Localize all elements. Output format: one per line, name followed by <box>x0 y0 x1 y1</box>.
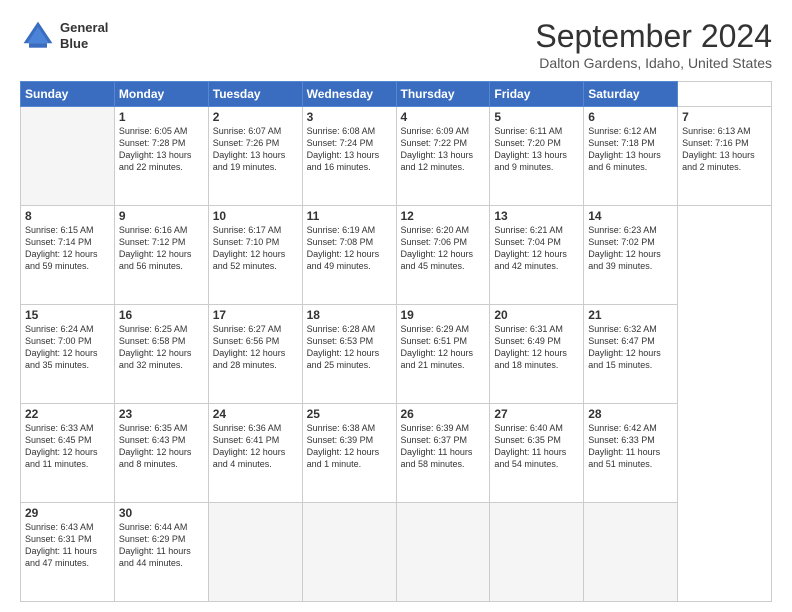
page: General Blue September 2024 Dalton Garde… <box>0 0 792 612</box>
calendar-cell-day-14: 14Sunrise: 6:23 AMSunset: 7:02 PMDayligh… <box>584 206 678 305</box>
calendar: SundayMondayTuesdayWednesdayThursdayFrid… <box>20 81 772 602</box>
empty-cell <box>302 503 396 602</box>
calendar-cell-day-24: 24Sunrise: 6:36 AMSunset: 6:41 PMDayligh… <box>208 404 302 503</box>
calendar-week-1: 1Sunrise: 6:05 AMSunset: 7:28 PMDaylight… <box>21 107 772 206</box>
day-header-sunday: Sunday <box>21 82 115 107</box>
empty-cell <box>21 107 115 206</box>
calendar-week-4: 22Sunrise: 6:33 AMSunset: 6:45 PMDayligh… <box>21 404 772 503</box>
empty-cell <box>490 503 584 602</box>
day-header-monday: Monday <box>114 82 208 107</box>
calendar-cell-day-7: 7Sunrise: 6:13 AMSunset: 7:16 PMDaylight… <box>678 107 772 206</box>
header: General Blue September 2024 Dalton Garde… <box>20 18 772 71</box>
calendar-cell-day-28: 28Sunrise: 6:42 AMSunset: 6:33 PMDayligh… <box>584 404 678 503</box>
calendar-cell-day-13: 13Sunrise: 6:21 AMSunset: 7:04 PMDayligh… <box>490 206 584 305</box>
month-title: September 2024 <box>535 18 772 55</box>
logo-icon <box>20 18 56 54</box>
day-header-wednesday: Wednesday <box>302 82 396 107</box>
calendar-header-row: SundayMondayTuesdayWednesdayThursdayFrid… <box>21 82 772 107</box>
calendar-cell-day-4: 4Sunrise: 6:09 AMSunset: 7:22 PMDaylight… <box>396 107 490 206</box>
calendar-cell-day-21: 21Sunrise: 6:32 AMSunset: 6:47 PMDayligh… <box>584 305 678 404</box>
calendar-cell-day-12: 12Sunrise: 6:20 AMSunset: 7:06 PMDayligh… <box>396 206 490 305</box>
calendar-cell-day-11: 11Sunrise: 6:19 AMSunset: 7:08 PMDayligh… <box>302 206 396 305</box>
calendar-week-5: 29Sunrise: 6:43 AMSunset: 6:31 PMDayligh… <box>21 503 772 602</box>
day-header-saturday: Saturday <box>584 82 678 107</box>
calendar-cell-day-10: 10Sunrise: 6:17 AMSunset: 7:10 PMDayligh… <box>208 206 302 305</box>
calendar-cell-day-27: 27Sunrise: 6:40 AMSunset: 6:35 PMDayligh… <box>490 404 584 503</box>
calendar-cell-day-3: 3Sunrise: 6:08 AMSunset: 7:24 PMDaylight… <box>302 107 396 206</box>
day-header-thursday: Thursday <box>396 82 490 107</box>
calendar-cell-day-19: 19Sunrise: 6:29 AMSunset: 6:51 PMDayligh… <box>396 305 490 404</box>
subtitle: Dalton Gardens, Idaho, United States <box>535 55 772 71</box>
title-block: September 2024 Dalton Gardens, Idaho, Un… <box>535 18 772 71</box>
calendar-cell-day-18: 18Sunrise: 6:28 AMSunset: 6:53 PMDayligh… <box>302 305 396 404</box>
day-header-tuesday: Tuesday <box>208 82 302 107</box>
calendar-cell-day-23: 23Sunrise: 6:35 AMSunset: 6:43 PMDayligh… <box>114 404 208 503</box>
calendar-cell-day-6: 6Sunrise: 6:12 AMSunset: 7:18 PMDaylight… <box>584 107 678 206</box>
day-header-friday: Friday <box>490 82 584 107</box>
calendar-cell-day-5: 5Sunrise: 6:11 AMSunset: 7:20 PMDaylight… <box>490 107 584 206</box>
empty-cell <box>396 503 490 602</box>
logo-text: General Blue <box>60 20 108 51</box>
calendar-week-3: 15Sunrise: 6:24 AMSunset: 7:00 PMDayligh… <box>21 305 772 404</box>
calendar-cell-day-16: 16Sunrise: 6:25 AMSunset: 6:58 PMDayligh… <box>114 305 208 404</box>
calendar-cell-day-22: 22Sunrise: 6:33 AMSunset: 6:45 PMDayligh… <box>21 404 115 503</box>
calendar-cell-day-26: 26Sunrise: 6:39 AMSunset: 6:37 PMDayligh… <box>396 404 490 503</box>
calendar-cell-day-2: 2Sunrise: 6:07 AMSunset: 7:26 PMDaylight… <box>208 107 302 206</box>
calendar-cell-day-25: 25Sunrise: 6:38 AMSunset: 6:39 PMDayligh… <box>302 404 396 503</box>
calendar-cell-day-15: 15Sunrise: 6:24 AMSunset: 7:00 PMDayligh… <box>21 305 115 404</box>
calendar-week-2: 8Sunrise: 6:15 AMSunset: 7:14 PMDaylight… <box>21 206 772 305</box>
calendar-cell-day-30: 30Sunrise: 6:44 AMSunset: 6:29 PMDayligh… <box>114 503 208 602</box>
empty-cell <box>584 503 678 602</box>
logo: General Blue <box>20 18 108 54</box>
calendar-cell-day-17: 17Sunrise: 6:27 AMSunset: 6:56 PMDayligh… <box>208 305 302 404</box>
calendar-cell-day-8: 8Sunrise: 6:15 AMSunset: 7:14 PMDaylight… <box>21 206 115 305</box>
empty-cell <box>208 503 302 602</box>
calendar-cell-day-20: 20Sunrise: 6:31 AMSunset: 6:49 PMDayligh… <box>490 305 584 404</box>
calendar-cell-day-29: 29Sunrise: 6:43 AMSunset: 6:31 PMDayligh… <box>21 503 115 602</box>
calendar-cell-day-1: 1Sunrise: 6:05 AMSunset: 7:28 PMDaylight… <box>114 107 208 206</box>
calendar-cell-day-9: 9Sunrise: 6:16 AMSunset: 7:12 PMDaylight… <box>114 206 208 305</box>
